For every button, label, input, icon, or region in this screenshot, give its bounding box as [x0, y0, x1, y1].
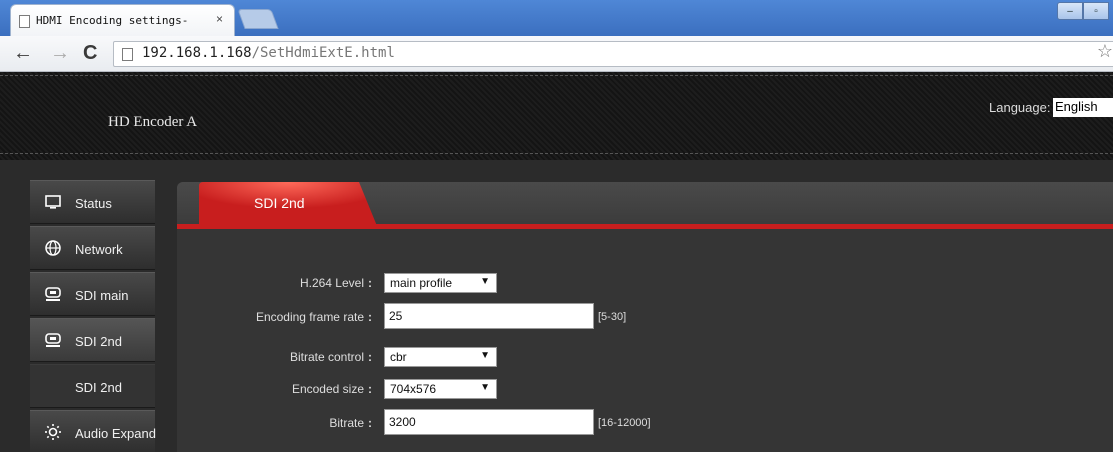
field-label: Bitrate control: [289, 350, 372, 364]
frame-rate-input[interactable]: 25 [384, 303, 594, 329]
tab-close-button[interactable]: × [216, 12, 223, 26]
frame-rate-range-hint: [5-30] [598, 311, 627, 323]
url-text: 192.168.1.168/SetHdmiExtE.html [142, 45, 395, 61]
back-button[interactable]: ← [13, 43, 33, 63]
sidebar-subitem-sdi-2nd[interactable]: SDI 2nd [30, 364, 155, 408]
field-label: H.264 Level: [299, 276, 372, 290]
sidebar-item-sdi-2nd[interactable]: SDI 2nd [30, 318, 155, 362]
page-icon [19, 15, 30, 28]
tab-title: HDMI Encoding settings- [36, 14, 189, 27]
sidebar-item-status[interactable]: Status [30, 180, 155, 224]
tab-label: SDI 2nd [254, 195, 305, 211]
select-value: cbr [390, 350, 407, 364]
window-controls: – ▫ [1057, 2, 1109, 20]
url-path: /SetHdmiExtE.html [251, 45, 395, 61]
select-value: main profile [390, 276, 453, 290]
field-row-bitrate: Bitrate: 3200 [16-12000] [177, 409, 1113, 439]
field-row-encoded-size: Encoded size: 704x576 ▼ [177, 375, 1113, 405]
field-label: Encoded size: [291, 382, 372, 396]
field-row-h264-level: H.264 Level: main profile ▼ [177, 269, 1113, 299]
browser-tab[interactable]: HDMI Encoding settings- × [10, 4, 235, 36]
sun-icon [45, 424, 61, 440]
sidebar-item-sdi-main[interactable]: SDI main [30, 272, 155, 316]
field-label: Encoding frame rate: [255, 310, 372, 324]
address-bar[interactable]: 192.168.1.168/SetHdmiExtE.html [113, 41, 1113, 67]
forward-button[interactable]: → [50, 43, 70, 63]
tab-sdi-2nd[interactable]: SDI 2nd [199, 182, 379, 226]
browser-toolbar: ← → C 192.168.1.168/SetHdmiExtE.html [0, 36, 1113, 72]
language-label: Language: [989, 100, 1051, 115]
header-divider [0, 75, 1113, 76]
bookmark-star-icon[interactable]: ☆ [1097, 41, 1113, 62]
browser-titlebar: HDMI Encoding settings- × – ▫ [0, 0, 1113, 36]
dropdown-arrow-icon: ▼ [480, 350, 490, 361]
sidebar-item-network[interactable]: Network [30, 226, 155, 270]
sidebar-item-label: Audio Expand [75, 426, 156, 441]
language-select[interactable]: English [1053, 98, 1113, 117]
select-value: 704x576 [390, 382, 437, 396]
field-row-frame-rate: Encoding frame rate: 25 [5-30] [177, 303, 1113, 333]
sidebar-item-label: SDI 2nd [75, 380, 122, 395]
field-label: Bitrate: [329, 416, 372, 430]
sidebar-item-label: SDI 2nd [75, 334, 122, 349]
sidebar-item-audio-expand[interactable]: Audio Expand [30, 410, 156, 452]
header-divider [0, 153, 1113, 154]
sidebar: Status Network SDI main SDI 2nd SDI 2nd [30, 180, 156, 452]
field-row-bitrate-control: Bitrate control: cbr ▼ [177, 343, 1113, 373]
dropdown-arrow-icon: ▼ [480, 382, 490, 393]
bitrate-input[interactable]: 3200 [384, 409, 594, 435]
new-tab-button[interactable] [237, 9, 279, 29]
reload-button[interactable]: C [83, 43, 97, 63]
page-icon [122, 48, 133, 61]
device-title: HD Encoder A [108, 114, 198, 130]
sidebar-item-label: SDI main [75, 288, 129, 303]
disk-icon [45, 333, 61, 347]
settings-panel: SDI 2nd H.264 Level: main profile ▼ Enco… [177, 182, 1113, 452]
bitrate-control-select[interactable]: cbr ▼ [384, 347, 497, 367]
minimize-button[interactable]: – [1057, 2, 1083, 20]
sidebar-item-label: Status [75, 196, 112, 211]
page-header: HD Encoder A Language: English [0, 72, 1113, 160]
globe-icon [45, 240, 61, 256]
url-host: 192.168.1.168 [142, 45, 252, 61]
dropdown-arrow-icon: ▼ [480, 276, 490, 287]
bitrate-range-hint: [16-12000] [598, 417, 651, 429]
panel-tabbar: SDI 2nd [177, 182, 1113, 226]
encoded-size-select[interactable]: 704x576 ▼ [384, 379, 497, 399]
h264-level-select[interactable]: main profile ▼ [384, 273, 497, 293]
sidebar-item-label: Network [75, 242, 123, 257]
panel-body: H.264 Level: main profile ▼ Encoding fra… [177, 229, 1113, 452]
monitor-icon [45, 195, 61, 209]
disk-icon [45, 287, 61, 301]
maximize-button[interactable]: ▫ [1083, 2, 1109, 20]
